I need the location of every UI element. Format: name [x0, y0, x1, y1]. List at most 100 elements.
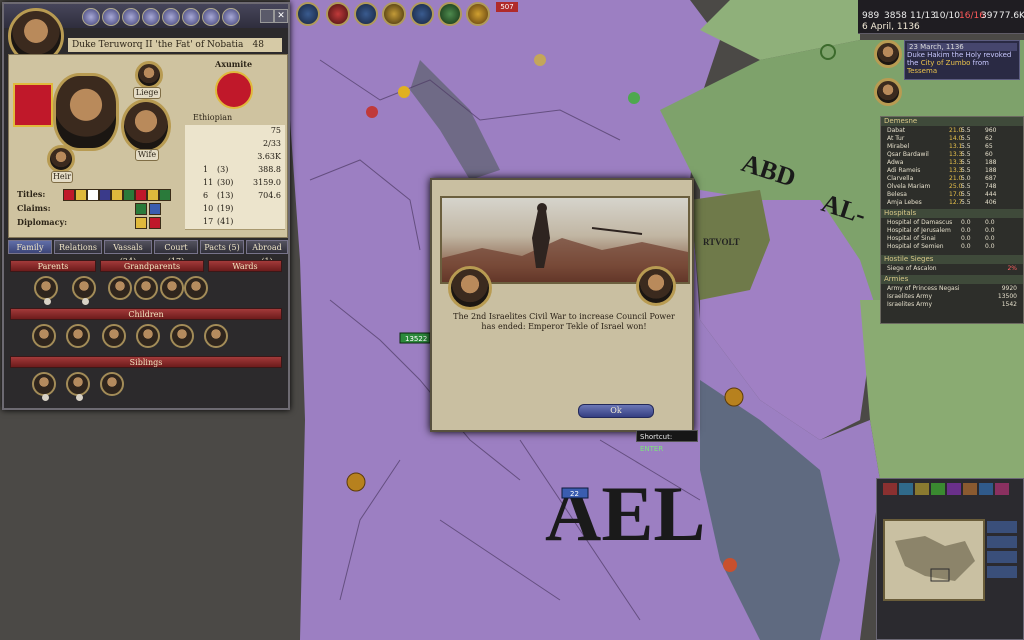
holding-row[interactable]: Olvela Mariam 25.0 5.5 748 — [881, 183, 1023, 191]
holding-row[interactable]: Dabat 21.0 5.5 960 — [881, 127, 1023, 135]
notification-message[interactable]: 23 March, 1136 Duke Hakim the Holy revok… — [904, 40, 1020, 80]
event-portrait-left[interactable] — [448, 266, 492, 310]
religion-icon[interactable] — [438, 2, 462, 26]
claim-coa[interactable] — [135, 203, 147, 215]
minimize-icon[interactable] — [260, 9, 274, 23]
holding-row[interactable]: Clarvella 21.0 5.0 687 — [881, 175, 1023, 183]
sibling-portrait[interactable] — [66, 372, 90, 396]
resource-piety[interactable]: 11/13 — [910, 11, 936, 21]
tab-pacts[interactable]: Pacts (5) — [200, 240, 244, 254]
title-coa[interactable] — [99, 189, 111, 201]
hospital-row[interactable]: Hospital of Jerusalem 0.0 0.0 — [881, 227, 1023, 235]
second-portrait[interactable] — [874, 78, 902, 106]
holding-row[interactable]: At Tur 14.0 5.5 62 — [881, 135, 1023, 143]
child-portrait[interactable] — [66, 324, 90, 348]
title-coa[interactable] — [87, 189, 99, 201]
title-coa[interactable] — [111, 189, 123, 201]
header-icon-8[interactable] — [222, 8, 240, 26]
title-coa[interactable] — [123, 189, 135, 201]
liege-portrait[interactable] — [135, 61, 163, 89]
diplomacy-coa[interactable] — [149, 217, 161, 229]
tab-vassals[interactable]: Vassals (24) — [104, 240, 152, 266]
title-coa[interactable] — [63, 189, 75, 201]
minimap-button[interactable] — [987, 521, 1017, 533]
minimap-button[interactable] — [987, 551, 1017, 563]
child-portrait[interactable] — [204, 324, 228, 348]
minimap-view[interactable] — [883, 519, 985, 601]
army-marker-1[interactable]: 13522 — [399, 332, 431, 344]
minimap-button[interactable] — [987, 536, 1017, 548]
grandparent-portrait[interactable] — [134, 276, 158, 300]
tab-court[interactable]: Court (17) — [154, 240, 198, 266]
title-coa[interactable] — [147, 189, 159, 201]
hospital-row[interactable]: Hospital of Damascus 0.0 0.0 — [881, 219, 1023, 227]
intrigue-icon[interactable] — [382, 2, 406, 26]
player-coat-of-arms[interactable] — [13, 83, 53, 127]
hospital-row[interactable]: Hospital of Semien 0.0 0.0 — [881, 243, 1023, 251]
resource-demesne[interactable]: 10/10 — [934, 11, 960, 21]
parent-portrait[interactable] — [34, 276, 58, 300]
header-icon-4[interactable] — [142, 8, 160, 26]
child-portrait[interactable] — [32, 324, 56, 348]
tab-family[interactable]: Family — [8, 240, 52, 254]
header-icon-5[interactable] — [162, 8, 180, 26]
map-mode-button[interactable] — [931, 483, 945, 495]
header-icon-3[interactable] — [122, 8, 140, 26]
army-marker-2[interactable]: 22 — [561, 487, 589, 499]
title-coa[interactable] — [75, 189, 87, 201]
map-mode-button[interactable] — [979, 483, 993, 495]
child-portrait[interactable] — [170, 324, 194, 348]
header-icon-1[interactable] — [82, 8, 100, 26]
resource-troops[interactable]: 77.6K — [999, 11, 1024, 21]
hospital-row[interactable]: Hospital of Sinai 0.0 0.0 — [881, 235, 1023, 243]
event-portrait-right[interactable] — [636, 266, 676, 306]
sibling-portrait[interactable] — [32, 372, 56, 396]
army-badge[interactable]: 507 — [496, 2, 518, 12]
game-date[interactable]: 6 April, 1136 — [862, 22, 920, 32]
map-mode-button[interactable] — [963, 483, 977, 495]
ok-button[interactable]: Ok — [578, 404, 654, 418]
resource-prestige[interactable]: 3858 — [884, 11, 907, 21]
map-mode-button[interactable] — [883, 483, 897, 495]
map-mode-button[interactable] — [947, 483, 961, 495]
map-mode-button[interactable] — [899, 483, 913, 495]
notification-portrait[interactable] — [874, 40, 902, 68]
character-name[interactable]: Duke Teruworq II 'the Fat' of Nobatia 48 — [68, 38, 282, 52]
holding-row[interactable]: Qsar Bardawil 13.3 5.5 60 — [881, 151, 1023, 159]
resource-gold[interactable]: 989 — [862, 11, 879, 21]
grandparent-portrait[interactable] — [184, 276, 208, 300]
header-icon-2[interactable] — [102, 8, 120, 26]
diplomacy-coa[interactable] — [135, 217, 147, 229]
faction-icon[interactable] — [410, 2, 434, 26]
grandparent-portrait[interactable] — [108, 276, 132, 300]
claim-coa[interactable] — [149, 203, 161, 215]
tab-relations[interactable]: Relations — [54, 240, 102, 254]
main-character-portrait[interactable] — [53, 73, 119, 151]
realm-icon[interactable] — [296, 2, 320, 26]
army-row[interactable]: Army of Princess Negasi 9920 — [881, 285, 1023, 293]
holding-row[interactable]: Adi Rameis 13.3 5.5 188 — [881, 167, 1023, 175]
holding-row[interactable]: Mirabel 13.1 5.5 65 — [881, 143, 1023, 151]
close-icon[interactable]: ✕ — [274, 9, 288, 23]
sibling-portrait[interactable] — [100, 372, 124, 396]
army-row[interactable]: Israelites Army 1542 — [881, 301, 1023, 309]
holding-row[interactable]: Amja Lebes 12.7 5.5 406 — [881, 199, 1023, 207]
siege-row[interactable]: Siege of Ascalon 2% — [881, 265, 1023, 273]
title-coa[interactable] — [135, 189, 147, 201]
ledger-icon[interactable] — [466, 2, 490, 26]
diplomacy-icon[interactable] — [354, 2, 378, 26]
map-mode-button[interactable] — [915, 483, 929, 495]
resource-levy[interactable]: 397 — [981, 11, 998, 21]
wife-portrait[interactable] — [121, 99, 171, 153]
holding-row[interactable]: Adwa 13.3 5.5 188 — [881, 159, 1023, 167]
child-portrait[interactable] — [136, 324, 160, 348]
military-icon[interactable] — [326, 2, 350, 26]
child-portrait[interactable] — [102, 324, 126, 348]
minimap-button[interactable] — [987, 566, 1017, 578]
east-green-region[interactable] — [860, 300, 1024, 480]
notification-city[interactable]: City of Zumbo — [921, 59, 971, 67]
grandparent-portrait[interactable] — [160, 276, 184, 300]
tab-abroad[interactable]: Abroad (1) — [246, 240, 288, 266]
map-mode-button[interactable] — [995, 483, 1009, 495]
header-icon-6[interactable] — [182, 8, 200, 26]
